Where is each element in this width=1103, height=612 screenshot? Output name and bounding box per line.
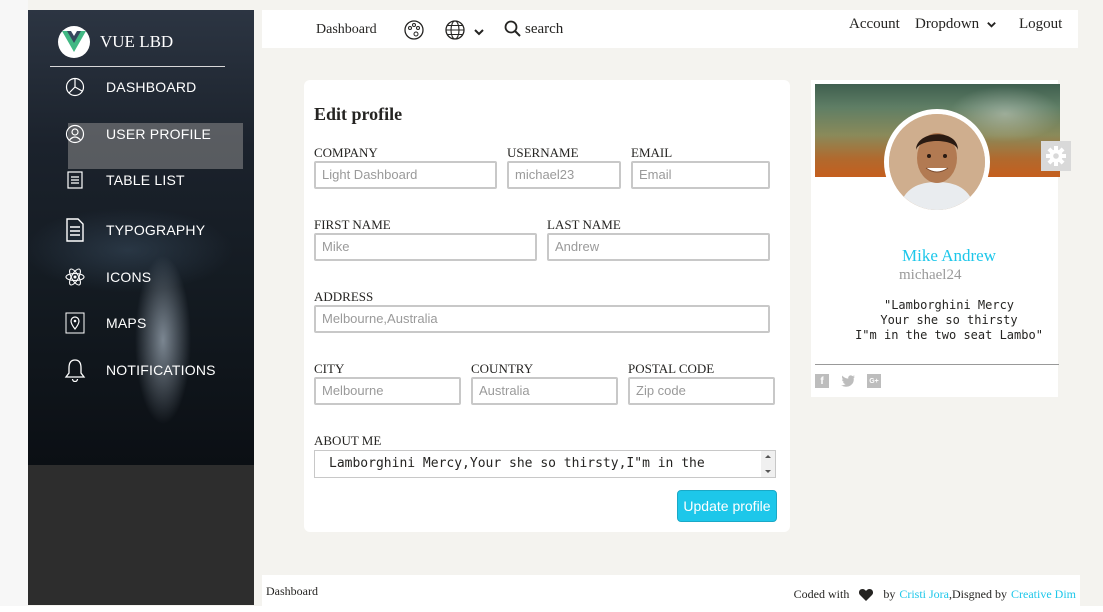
bio-line: "Lamborghini Mercy [883, 298, 1015, 312]
atom-icon [64, 266, 86, 288]
sidebar-item-user-profile[interactable]: USER PROFILE [28, 114, 254, 154]
first-name-input[interactable]: Mike [314, 233, 537, 261]
sidebar-item-notifications[interactable]: NOTIFICATIONS [28, 350, 254, 390]
dropdown-label: Dropdown [915, 16, 980, 32]
navbar-brand[interactable]: Dashboard [316, 22, 377, 38]
sidebar-item-maps[interactable]: MAPS [28, 303, 254, 343]
sidebar-logo[interactable]: VUE LBD [58, 26, 173, 58]
twitter-icon[interactable] [841, 374, 855, 388]
gear-icon [1046, 146, 1066, 166]
document-icon [64, 218, 86, 242]
sidebar-item-icons[interactable]: ICONS [28, 257, 254, 297]
sidebar-item-label: DASHBOARD [106, 79, 197, 95]
brand-name: VUE LBD [100, 32, 174, 51]
palette-icon[interactable] [403, 19, 425, 41]
bottom-edge [0, 606, 1103, 612]
chevron-down-icon[interactable] [473, 25, 495, 47]
chevron-down-icon [987, 22, 996, 28]
last-name-input[interactable]: Andrew [547, 233, 770, 261]
sidebar-item-label: MAPS [106, 315, 147, 331]
email-label: EMAIL [631, 145, 673, 160]
user-profile-card: Mike Andrew michael24 "Lamborghini Mercy… [811, 80, 1060, 397]
edit-profile-card: Edit profile COMPANY Light Dashboard USE… [304, 80, 790, 532]
sidebar-item-typography[interactable]: TYPOGRAPHY [28, 210, 254, 250]
bio-line: I"m in the two seat Lambo" [855, 328, 1043, 342]
sidebar-item-label: NOTIFICATIONS [106, 362, 216, 378]
sidebar-item-table-list[interactable]: TABLE LIST [28, 160, 254, 200]
sidebar-bottom [28, 465, 254, 605]
address-input[interactable]: Melbourne,Australia [314, 305, 770, 333]
country-label: COUNTRY [471, 361, 534, 376]
email-input[interactable]: Email [631, 161, 770, 189]
last-name-label: LAST NAME [547, 217, 621, 232]
footer: Dashboard Coded with by Cristi Jora ,Dis… [262, 575, 1080, 606]
top-navbar: Dashboard search Account Dropdown Logout [262, 10, 1078, 48]
account-link[interactable]: Account [849, 16, 900, 33]
update-profile-button[interactable]: Update profile [677, 490, 777, 522]
footer-dashboard-link[interactable]: Dashboard [266, 584, 318, 599]
logout-link[interactable]: Logout [1019, 16, 1062, 33]
postal-code-label: POSTAL CODE [628, 361, 715, 376]
coded-with-text: Coded with [793, 587, 850, 601]
bio-line: Your she so thirsty [880, 313, 1018, 327]
author-link[interactable]: Cristi Jora [899, 587, 949, 602]
search-icon [504, 20, 521, 37]
sidebar: VUE LBD DASHBOARD USER PROFILE TABLE LIS… [28, 10, 254, 605]
profile-divider [815, 364, 1059, 365]
footer-credits: Coded with by Cristi Jora ,Disgned by Cr… [794, 587, 1076, 602]
address-label: ADDRESS [314, 289, 374, 304]
profile-name: Mike Andrew [902, 246, 996, 265]
map-pin-icon [64, 312, 86, 334]
sidebar-item-label: ICONS [106, 269, 152, 285]
search-label: search [525, 20, 564, 37]
avatar [884, 109, 990, 215]
city-label: CITY [314, 361, 345, 376]
sidebar-item-label: TYPOGRAPHY [106, 222, 206, 238]
sidebar-item-label: TABLE LIST [106, 172, 185, 188]
company-label: COMPANY [314, 145, 378, 160]
designed-by-text: ,Disgned by [949, 587, 1008, 601]
country-input[interactable]: Australia [471, 377, 618, 405]
heart-icon [859, 588, 874, 601]
facebook-icon[interactable]: f [815, 374, 829, 388]
globe-icon[interactable] [444, 19, 466, 41]
settings-gear-button[interactable] [1041, 141, 1071, 171]
dropdown-toggle[interactable]: Dropdown [915, 16, 997, 33]
city-input[interactable]: Melbourne [314, 377, 461, 405]
card-title: Edit profile [314, 104, 403, 124]
sidebar-item-dashboard[interactable]: DASHBOARD [28, 67, 254, 107]
by-text: by [883, 587, 896, 601]
first-name-label: FIRST NAME [314, 217, 391, 232]
page-edge [0, 0, 28, 612]
chart-pie-icon [64, 76, 86, 98]
profile-username: michael24 [899, 267, 962, 283]
about-me-text: Lamborghini Mercy,Your she so thirsty,I"… [329, 456, 705, 471]
vue-logo-icon [58, 26, 90, 58]
user-circle-icon [64, 123, 86, 145]
google-plus-icon[interactable]: G+ [867, 374, 881, 388]
about-me-textarea[interactable]: Lamborghini Mercy,Your she so thirsty,I"… [314, 450, 776, 478]
about-me-label: ABOUT ME [314, 433, 382, 448]
bell-icon [64, 359, 86, 382]
sidebar-item-label: USER PROFILE [106, 126, 212, 142]
username-input[interactable]: michael23 [507, 161, 621, 189]
search-button[interactable]: search [504, 20, 563, 38]
postal-code-input[interactable]: Zip code [628, 377, 775, 405]
company-input[interactable]: Light Dashboard [314, 161, 497, 189]
profile-bio: "Lamborghini Mercy Your she so thirsty I… [811, 298, 1087, 343]
textarea-scrollbar[interactable] [761, 451, 775, 477]
username-label: USERNAME [507, 145, 579, 160]
designer-link[interactable]: Creative Dim [1011, 587, 1076, 602]
notes-icon [64, 169, 86, 191]
